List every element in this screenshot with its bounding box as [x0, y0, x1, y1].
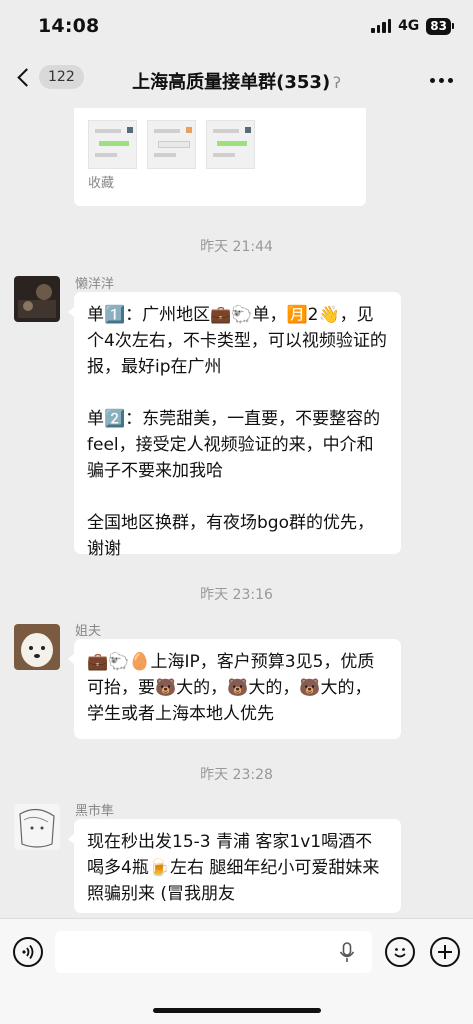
voice-input-button[interactable] [13, 937, 43, 967]
more-options-button[interactable] [430, 78, 453, 83]
voice-icon [22, 944, 34, 960]
sender-name: 懒洋洋 [75, 277, 115, 292]
message-text: 单1️⃣：广州地区💼🐑单，🈷️2👋，见个4次左右，不卡类型，可以视频验证的报，最… [87, 305, 387, 377]
message-bubble[interactable]: 现在秒出发15-3 青浦 客家1v1喝酒不喝多4瓶🍺左右 腿细年纪小可爱甜妹来 … [68, 819, 401, 913]
message-text: 全国地区换群，有夜场bgo群的优先，谢谢 [87, 513, 374, 559]
smiley-icon [394, 948, 406, 958]
avatar-image [14, 804, 60, 850]
message-timestamp: 昨天 21:44 [200, 239, 273, 255]
message-timestamp: 昨天 23:28 [200, 767, 273, 783]
message-timestamp: 昨天 23:16 [200, 587, 273, 603]
chat-title-text: 上海高质量接单群(353) [132, 72, 331, 93]
avatar-image [14, 624, 60, 670]
sender-name: 姐夫 [75, 624, 102, 639]
avatar[interactable] [14, 276, 60, 322]
emoji-button[interactable] [385, 937, 415, 967]
network-type: 4G [398, 18, 420, 34]
more-actions-button[interactable] [430, 937, 460, 967]
avatar[interactable] [14, 624, 60, 670]
sender-name: 黑市隼 [75, 804, 115, 819]
microphone-icon[interactable] [339, 942, 355, 968]
favorite-card[interactable]: 收藏 [74, 108, 366, 206]
battery-icon: 83 [426, 17, 454, 35]
message-input[interactable] [55, 931, 372, 973]
dot-icon [439, 78, 444, 83]
chat-screen: 14:08 4G 83 122 上海高质量接单群(353) ʔ 收藏 昨天 21… [0, 0, 473, 1024]
dot-icon [430, 78, 435, 83]
message-text: 现在秒出发15-3 青浦 客家1v1喝酒不喝多4瓶🍺左右 腿细年纪小可爱甜妹来 … [87, 832, 385, 904]
message-list[interactable]: 收藏 昨天 21:44 懒洋洋 单1️⃣：广州地区💼🐑单，🈷️2👋，见个4次左右… [0, 108, 473, 916]
status-time: 14:08 [38, 15, 100, 37]
signal-icon [371, 19, 392, 33]
message-text: 💼🐑🥚上海IP，客户预算3见5，优质可抬，要🐻大的，🐻大的，🐻大的，学生或者上海… [87, 652, 375, 724]
ear-icon: ʔ [333, 74, 341, 92]
dot-icon [448, 78, 453, 83]
chat-title: 上海高质量接单群(353) ʔ [0, 68, 473, 94]
favorite-thumbnails [88, 120, 255, 169]
home-indicator[interactable] [153, 1008, 321, 1013]
message-text: 单2️⃣：东莞甜美，一直要，不要整容的feel，接受定人视频验证的来，中介和骗子… [87, 409, 381, 481]
message-bubble[interactable]: 单1️⃣：广州地区💼🐑单，🈷️2👋，见个4次左右，不卡类型，可以视频验证的报，最… [68, 292, 401, 559]
status-bar: 14:08 4G 83 [0, 0, 473, 52]
thumbnail-image [88, 120, 137, 169]
thumbnail-image [147, 120, 196, 169]
status-indicators: 4G 83 [371, 17, 454, 35]
avatar[interactable] [14, 804, 60, 850]
avatar-image [14, 276, 60, 322]
thumbnail-image [206, 120, 255, 169]
nav-bar: 122 上海高质量接单群(353) ʔ [0, 52, 473, 108]
message-bubble[interactable]: 💼🐑🥚上海IP，客户预算3见5，优质可抬，要🐻大的，🐻大的，🐻大的，学生或者上海… [68, 639, 401, 739]
plus-icon [438, 945, 452, 959]
favorite-card-footer: 收藏 [88, 176, 115, 191]
